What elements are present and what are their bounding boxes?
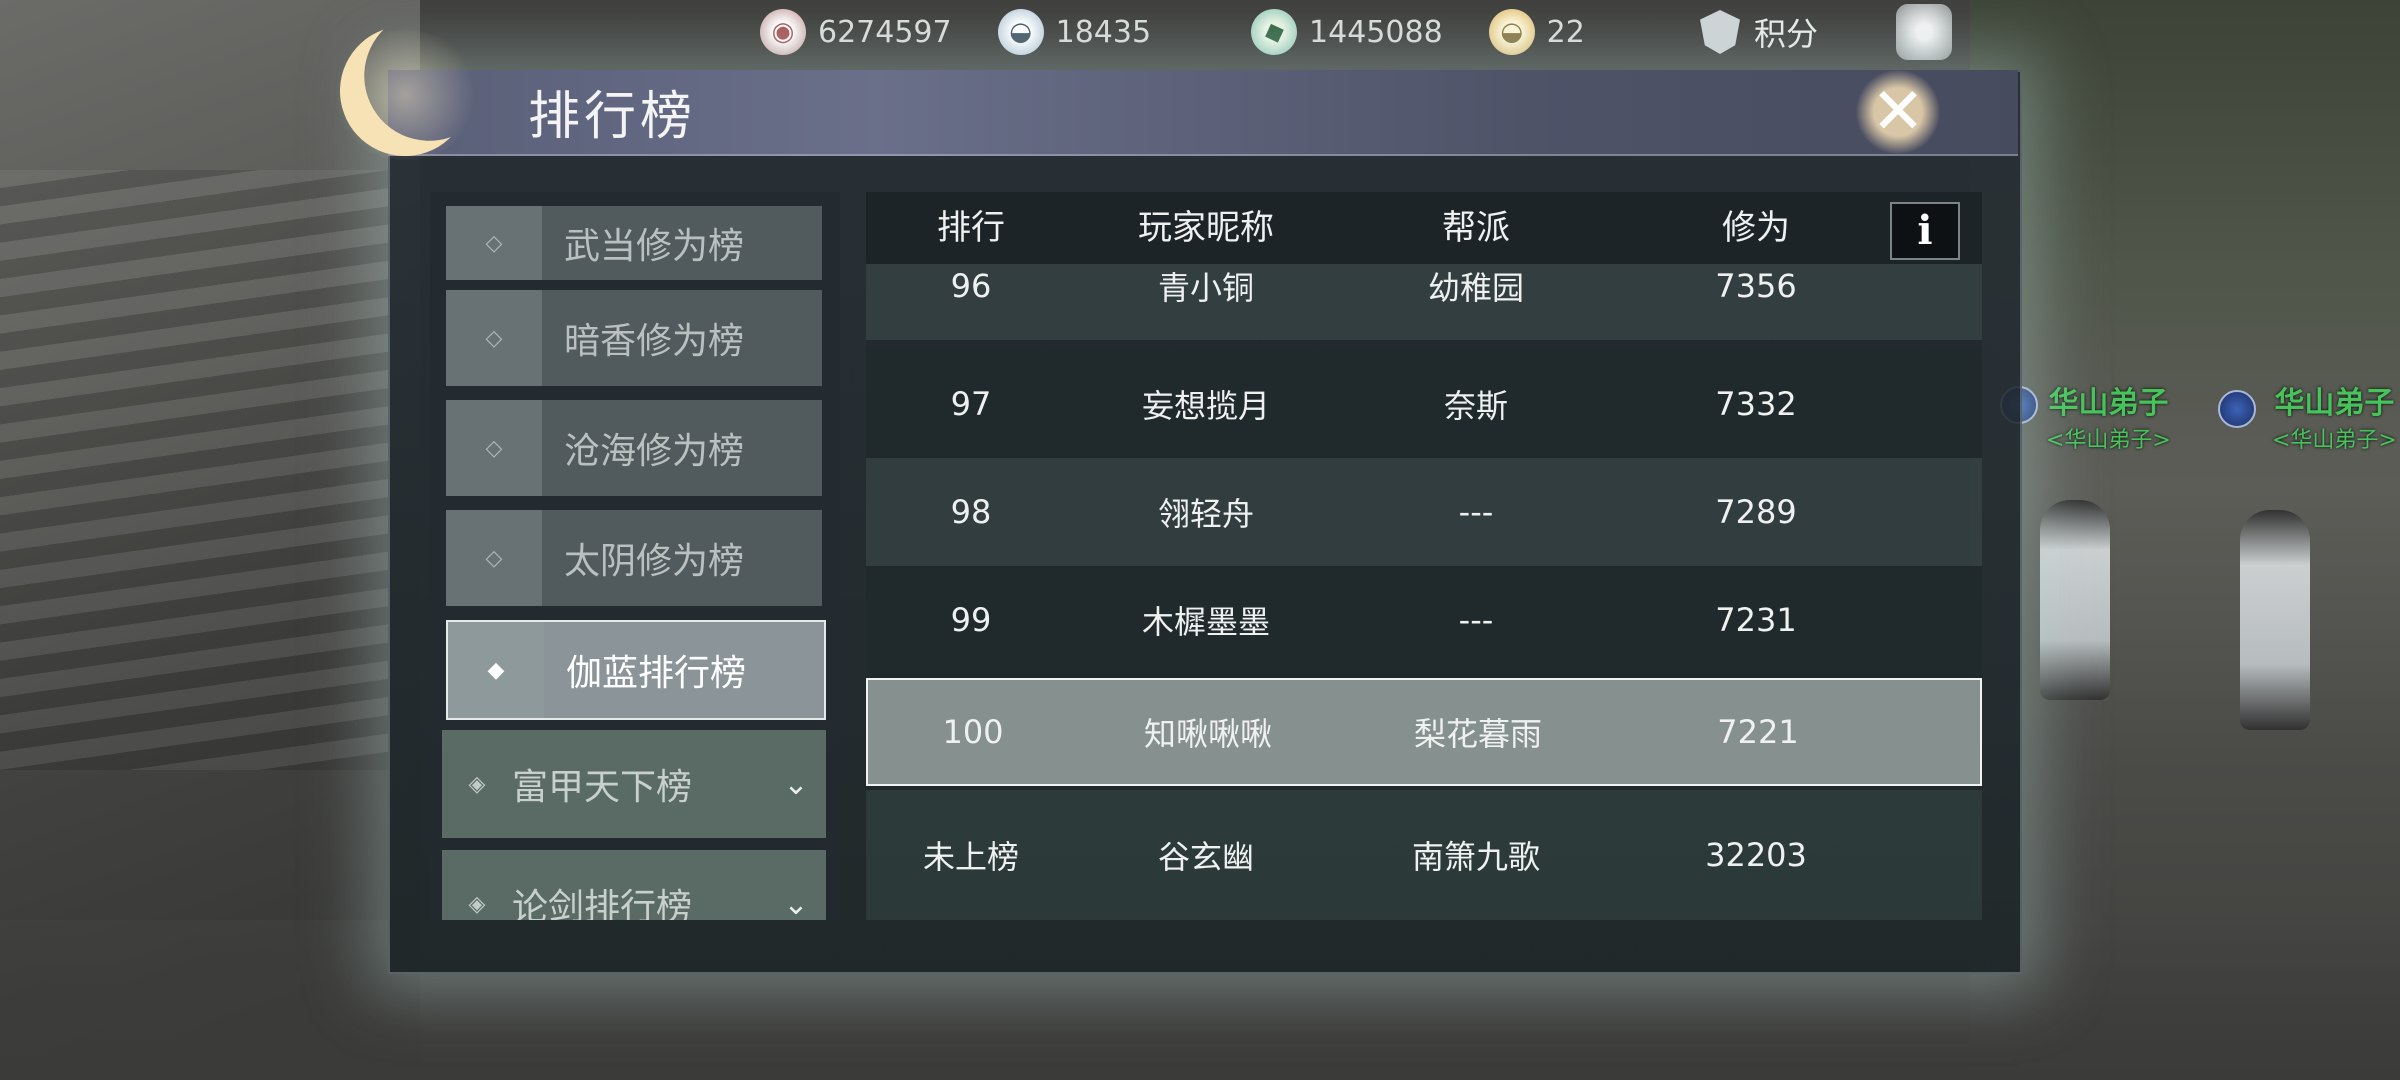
name-cell: 知啾啾啾 xyxy=(1143,715,1272,753)
coin-icon: ◉ xyxy=(760,9,806,55)
sidebar-item-jialan[interactable]: ◆ 伽蓝排行榜 xyxy=(446,620,826,720)
npc-character[interactable] xyxy=(2240,510,2310,730)
currency-gold[interactable]: ◒ 22 xyxy=(1488,9,1585,55)
sidebar-item-label: 暗香修为榜 xyxy=(564,321,745,362)
diamond-icon: ◈ xyxy=(468,891,486,917)
diamond-icon: ◆ xyxy=(448,622,544,718)
currency-value: 18435 xyxy=(1055,14,1152,50)
table-header: 排行 玩家昵称 帮派 修为 i xyxy=(866,192,1982,264)
table-row-selected[interactable]: 100 知啾啾啾 梨花暮雨 7221 xyxy=(866,678,1982,786)
shield-icon xyxy=(1700,10,1740,54)
jade-icon: ◆ xyxy=(1244,2,1304,62)
sidebar-item-anxiang[interactable]: ◇ 暗香修为榜 xyxy=(446,290,822,386)
points-button[interactable]: 积分 xyxy=(1700,0,1818,64)
diamond-icon: ◇ xyxy=(446,510,542,606)
column-header-guild: 帮派 xyxy=(1442,208,1510,248)
info-button[interactable]: i xyxy=(1890,202,1960,260)
self-rank-row[interactable]: 未上榜 谷玄幽 南箫九歌 32203 xyxy=(866,790,1982,920)
sidebar-item-wudang[interactable]: ◇ 武当修为榜 xyxy=(446,206,822,280)
currency-value: 1445088 xyxy=(1309,14,1443,50)
close-button[interactable]: ✕ xyxy=(1848,62,1948,162)
sidebar-item-label: 太阴修为榜 xyxy=(564,541,745,582)
rank-cell: 未上榜 xyxy=(922,838,1019,876)
score-cell: 7332 xyxy=(1715,385,1797,423)
sidebar-group-fujia[interactable]: ◈ 富甲天下榜 ⌄ xyxy=(442,730,826,838)
close-icon: ✕ xyxy=(1871,75,1925,149)
npc-name: 华山弟子 xyxy=(2048,386,2169,421)
sidebar-group-lunjian[interactable]: ◈ 论剑排行榜 ⌄ xyxy=(442,850,826,920)
chevron-down-icon: ⌄ xyxy=(783,766,809,802)
sidebar-item-label: 武当修为榜 xyxy=(564,226,745,267)
guild-cell: 南箫九歌 xyxy=(1411,838,1540,876)
currency-value: 22 xyxy=(1546,14,1585,50)
rank-cell: 99 xyxy=(950,601,992,639)
diamond-icon: ◈ xyxy=(468,771,486,797)
diamond-icon: ◇ xyxy=(446,290,542,386)
chevron-down-icon: ⌄ xyxy=(783,886,809,921)
table-row[interactable]: 98 翎轻舟 --- 7289 xyxy=(866,458,1982,566)
score-cell: 7289 xyxy=(1715,493,1797,531)
guild-cell: 奈斯 xyxy=(1443,387,1508,425)
npc-character[interactable] xyxy=(2040,500,2110,700)
page-title: 排行榜 xyxy=(528,87,697,147)
table-row[interactable]: 97 妄想揽月 奈斯 7332 xyxy=(866,350,1982,458)
npc-faction-icon xyxy=(2218,390,2256,428)
points-label: 积分 xyxy=(1754,15,1819,53)
settings-gear-icon[interactable] xyxy=(1896,4,1952,60)
name-cell: 翎轻舟 xyxy=(1157,495,1254,533)
rank-cell: 97 xyxy=(950,385,992,423)
background-courtyard xyxy=(1970,0,2400,1080)
ranking-table[interactable]: 96 青小铜 幼稚园 7356 97 妄想揽月 奈斯 7332 98 翎轻舟 -… xyxy=(866,192,1982,920)
name-cell: 谷玄幽 xyxy=(1157,838,1254,876)
sidebar-group-label: 论剑排行榜 xyxy=(512,887,693,920)
leaderboard-category-list[interactable]: ◇ 武当修为榜 ◇ 暗香修为榜 ◇ 沧海修为榜 ◇ 太阴修为榜 ◆ 伽蓝排行榜 … xyxy=(430,192,840,920)
npc-nameplate[interactable]: 华山弟子 <华山弟子> xyxy=(2046,378,2171,454)
sidebar-item-taiyin[interactable]: ◇ 太阴修为榜 xyxy=(446,510,822,606)
sidebar-group-label: 富甲天下榜 xyxy=(512,767,693,808)
score-cell: 7231 xyxy=(1715,601,1797,639)
name-cell: 妄想揽月 xyxy=(1141,387,1270,425)
sidebar-item-label: 沧海修为榜 xyxy=(564,431,745,472)
npc-title: <华山弟子> xyxy=(2046,428,2171,453)
score-cell: 32203 xyxy=(1705,836,1807,874)
guild-cell: 梨花暮雨 xyxy=(1413,715,1542,753)
background-steps xyxy=(0,170,390,770)
currency-silver[interactable]: ◒ 18435 xyxy=(997,9,1152,55)
npc-title: <华山弟子> xyxy=(2272,428,2397,453)
currency-coin[interactable]: ◉ 6274597 xyxy=(760,9,952,55)
rank-cell: 98 xyxy=(950,493,992,531)
currency-jade[interactable]: ◆ 1445088 xyxy=(1244,2,1443,62)
column-header-cultivation: 修为 xyxy=(1722,208,1790,248)
guild-cell: --- xyxy=(1458,601,1494,639)
table-row[interactable]: 99 木樨墨墨 --- 7231 xyxy=(866,566,1982,674)
column-header-rank: 排行 xyxy=(937,208,1005,248)
sidebar-item-canghai[interactable]: ◇ 沧海修为榜 xyxy=(446,400,822,496)
npc-nameplate[interactable]: 华山弟子 <华山弟子> xyxy=(2272,378,2397,454)
score-cell: 7221 xyxy=(1717,713,1799,751)
column-header-player-name: 玩家昵称 xyxy=(1138,208,1274,248)
diamond-icon: ◇ xyxy=(446,206,542,280)
guild-cell: --- xyxy=(1458,493,1494,531)
name-cell: 木樨墨墨 xyxy=(1141,603,1270,641)
gold-ingot-icon: ◒ xyxy=(1488,9,1535,55)
currency-value: 6274597 xyxy=(818,14,952,50)
sidebar-item-label: 伽蓝排行榜 xyxy=(566,653,747,694)
diamond-icon: ◇ xyxy=(446,400,542,496)
silver-ingot-icon: ◒ xyxy=(997,9,1044,55)
currency-bar: ◉ 6274597 ◒ 18435 ◆ 1445088 ◒ 22 xyxy=(760,0,1631,64)
npc-name: 华山弟子 xyxy=(2274,386,2395,421)
rank-cell: 100 xyxy=(942,713,1004,751)
